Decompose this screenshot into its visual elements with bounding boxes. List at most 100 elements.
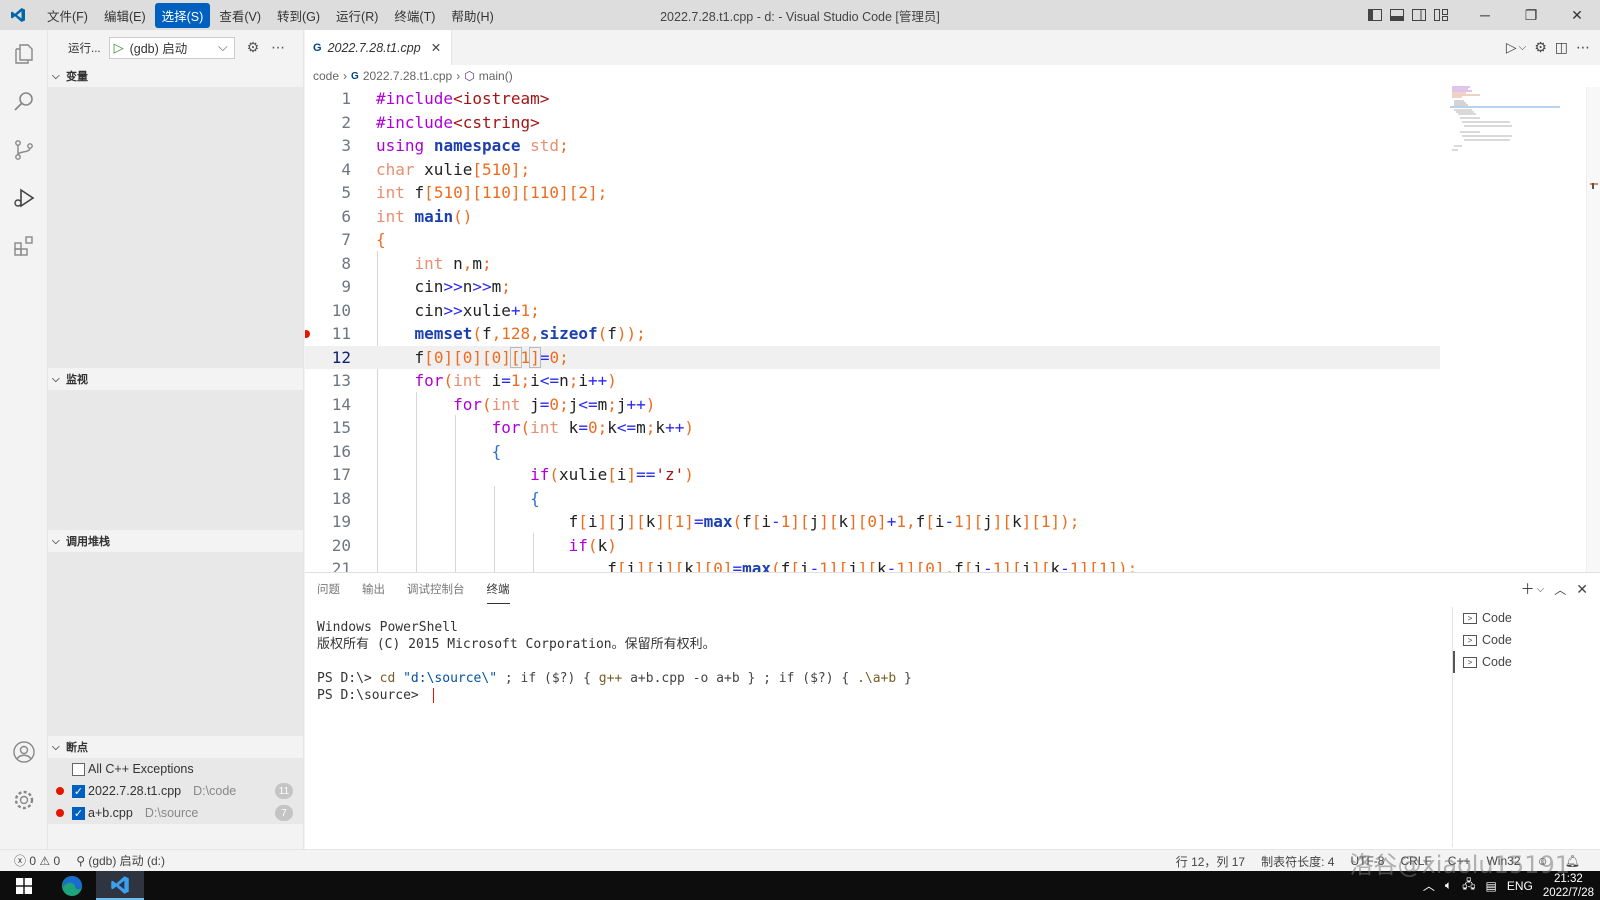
code-line[interactable]: 10 cin>>xulie+1; <box>305 299 1440 323</box>
debug-config-status[interactable]: ⚲ (gdb) 启动 (d:) <box>76 852 165 869</box>
code-line[interactable]: 9 cin>>n>>m; <box>305 275 1440 299</box>
code-line[interactable]: 7{ <box>305 228 1440 252</box>
breakpoint-item[interactable]: All C++ Exceptions <box>48 758 303 780</box>
new-terminal-icon[interactable]: ＋ <box>1521 579 1535 599</box>
terminal-instance[interactable]: > Code <box>1453 607 1600 629</box>
menu-run[interactable]: 运行(R) <box>329 3 385 28</box>
tab-output[interactable]: 输出 <box>362 575 385 603</box>
windows-start-icon[interactable] <box>0 871 48 900</box>
tray-expand-icon[interactable]: ︿ <box>1423 877 1435 894</box>
problems-status[interactable]: ⓧ 0 ⚠ 0 <box>14 852 60 869</box>
notification-center-icon[interactable]: ▤ <box>1485 879 1496 893</box>
watch-section-header[interactable]: ⌵ 监视 <box>48 368 303 390</box>
minimize-button[interactable]: ─ <box>1462 0 1508 30</box>
explorer-icon[interactable] <box>0 30 48 78</box>
source-control-icon[interactable] <box>0 126 48 174</box>
eol-status[interactable]: CRLF <box>1400 854 1431 868</box>
toggle-secondary-sidebar-icon[interactable] <box>1408 0 1430 30</box>
run-file-icon[interactable]: ▷ <box>1506 39 1517 56</box>
code-line[interactable]: 18 { <box>305 487 1440 511</box>
code-line[interactable]: 13 for(int i=1;i<=n;i++) <box>305 369 1440 393</box>
breadcrumb-folder[interactable]: code <box>313 69 339 83</box>
variables-section-header[interactable]: ⌵ 变量 <box>48 65 303 87</box>
language-status[interactable]: C++ <box>1448 854 1471 868</box>
code-line[interactable]: 2 #include<cstring> <box>305 111 1440 135</box>
input-language[interactable]: ENG <box>1507 879 1533 893</box>
feedback-icon[interactable]: ☺ <box>1537 854 1549 868</box>
menu-terminal[interactable]: 终端(T) <box>387 3 442 28</box>
menu-file[interactable]: 文件(F) <box>40 3 95 28</box>
accounts-icon[interactable] <box>0 728 48 776</box>
code-line[interactable]: 16 { <box>305 440 1440 464</box>
close-tab-icon[interactable]: ✕ <box>431 40 441 55</box>
toggle-sidebar-icon[interactable] <box>1364 0 1386 30</box>
editor-scrollbar[interactable] <box>1586 87 1600 585</box>
close-window-button[interactable]: ✕ <box>1554 0 1600 30</box>
debug-config-select[interactable]: ▷ (gdb) 启动 ⌵ <box>108 36 235 59</box>
terminal-output[interactable]: Windows PowerShell 版权所有 (C) 2015 Microso… <box>317 619 912 704</box>
editor-tab[interactable]: G 2022.7.28.t1.cpp ✕ <box>305 30 453 65</box>
debug-settings-gear-icon[interactable]: ⚙ <box>247 39 260 56</box>
encoding-status[interactable]: UTF-8 <box>1350 854 1384 868</box>
chevron-down-icon[interactable]: ⌵ <box>1537 584 1545 595</box>
chevron-down-icon[interactable]: ⌵ <box>1519 42 1527 53</box>
code-line[interactable]: 4 char xulie[510]; <box>305 158 1440 182</box>
breakpoint-item[interactable]: ✓ a+b.cpp D:\source 7 <box>48 802 303 824</box>
edge-browser-icon[interactable] <box>48 871 96 900</box>
maximize-panel-icon[interactable]: ︿ <box>1554 581 1566 598</box>
extensions-icon[interactable] <box>0 222 48 270</box>
code-line[interactable]: 8 int n,m; <box>305 252 1440 276</box>
volume-icon[interactable]: 🔈︎ <box>1445 878 1452 893</box>
cursor-position-status[interactable]: 行 12，列 17 <box>1176 853 1245 870</box>
tab-terminal[interactable]: 终端 <box>486 575 510 604</box>
code-line[interactable]: 3 using namespace std; <box>305 134 1440 158</box>
more-actions-icon[interactable]: ⋯ <box>271 39 285 56</box>
manage-gear-icon[interactable] <box>0 776 48 824</box>
breadcrumb-symbol[interactable]: main() <box>479 69 513 83</box>
clock[interactable]: 21:32 2022/7/28 <box>1543 872 1594 900</box>
start-debug-icon[interactable]: ▷ <box>114 40 124 56</box>
code-line[interactable]: 19 f[i][j][k][1]=max(f[i-1][j][k][0]+1,f… <box>305 510 1440 534</box>
restore-button[interactable]: ❐ <box>1508 0 1554 30</box>
vscode-taskbar-icon[interactable] <box>96 871 144 900</box>
more-actions-icon[interactable]: ⋯ <box>1576 39 1590 56</box>
code-line[interactable]: 15 for(int k=0;k<=m;k++) <box>305 416 1440 440</box>
code-line[interactable]: 17 if(xulie[i]=='z') <box>305 463 1440 487</box>
terminal-instance[interactable]: > Code <box>1453 651 1600 673</box>
platform-status[interactable]: Win32 <box>1486 854 1520 868</box>
customize-layout-icon[interactable] <box>1430 0 1452 30</box>
code-line[interactable]: 6 int main() <box>305 205 1440 229</box>
menu-edit[interactable]: 编辑(E) <box>97 3 153 28</box>
code-line[interactable]: 1 #include<iostream> <box>305 87 1440 111</box>
toggle-panel-icon[interactable] <box>1386 0 1408 30</box>
split-editor-icon[interactable]: ◫ <box>1555 39 1568 56</box>
breakpoints-section-header[interactable]: ⌵ 断点 <box>48 736 303 758</box>
menu-help[interactable]: 帮助(H) <box>444 3 500 28</box>
code-line[interactable]: 11 memset(f,128,sizeof(f)); <box>305 322 1440 346</box>
breakpoint-item[interactable]: ✓ 2022.7.28.t1.cpp D:\code 11 <box>48 780 303 802</box>
breakpoint-checkbox[interactable]: ✓ <box>72 806 85 820</box>
search-icon[interactable] <box>0 78 48 126</box>
code-line-current[interactable]: 12 f[0][0][0][1]=0; <box>305 345 1440 369</box>
minimap[interactable] <box>1450 85 1560 155</box>
terminal-instance[interactable]: > Code <box>1453 629 1600 651</box>
code-line[interactable]: 5 int f[510][110][110][2]; <box>305 181 1440 205</box>
tab-debug-console[interactable]: 调试控制台 <box>407 575 465 603</box>
indentation-status[interactable]: 制表符长度: 4 <box>1261 853 1334 870</box>
tab-problems[interactable]: 问题 <box>317 575 340 603</box>
menu-selection[interactable]: 选择(S) <box>154 2 211 28</box>
callstack-section-header[interactable]: ⌵ 调用堆栈 <box>48 530 303 552</box>
breakpoint-checkbox[interactable] <box>72 762 85 776</box>
code-editor[interactable]: 1 #include<iostream> 2 #include<cstring> 3… <box>305 87 1600 585</box>
settings-gear-icon[interactable]: ⚙ <box>1534 39 1547 56</box>
network-icon[interactable]: 🖧 <box>1462 875 1475 896</box>
notifications-bell-icon[interactable]: 🔔︎ <box>1565 854 1580 868</box>
code-line[interactable]: 20 if(k) <box>305 534 1440 558</box>
menu-go[interactable]: 转到(G) <box>270 3 327 28</box>
breakpoint-checkbox[interactable]: ✓ <box>72 784 85 798</box>
close-panel-icon[interactable]: ✕ <box>1576 581 1588 598</box>
code-line[interactable]: 14 for(int j=0;j<=m;j++) <box>305 393 1440 417</box>
run-debug-icon[interactable] <box>0 174 48 222</box>
menu-view[interactable]: 查看(V) <box>212 3 268 28</box>
breadcrumb-file[interactable]: 2022.7.28.t1.cpp <box>363 69 452 83</box>
